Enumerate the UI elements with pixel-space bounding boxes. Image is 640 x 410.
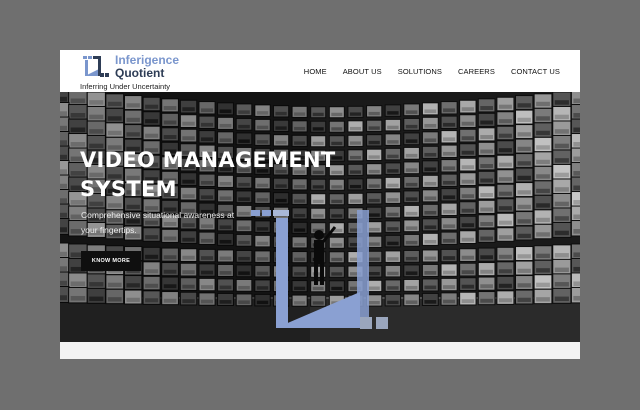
main-nav: HOME ABOUT US SOLUTIONS CAREERS CONTACT …	[304, 67, 560, 76]
hero-title: VIDEO MANAGEMENT SYSTEM	[80, 146, 340, 204]
know-more-button[interactable]: KNOW MORE	[81, 251, 141, 271]
hero-banner: VIDEO MANAGEMENT SYSTEM Comprehensive si…	[60, 92, 580, 342]
brand-tagline: Inferring Under Uncertainty	[80, 82, 171, 91]
below-fold-strip	[60, 342, 580, 359]
logo-mark-icon	[83, 56, 109, 77]
nav-home[interactable]: HOME	[304, 67, 327, 76]
site-header: Inferigence Quotient Inferring Under Unc…	[60, 50, 580, 92]
nav-solutions[interactable]: SOLUTIONS	[398, 67, 442, 76]
hero-title-line1: VIDEO MANAGEMENT	[80, 148, 336, 172]
nav-careers[interactable]: CAREERS	[458, 67, 495, 76]
hero-subtitle: Comprehensive situational awareness at y…	[81, 210, 235, 235]
brand-name-line2: Quotient	[115, 66, 165, 80]
site-logo[interactable]: Inferigence Quotient Inferring Under Unc…	[80, 53, 222, 92]
webpage: Inferigence Quotient Inferring Under Unc…	[60, 50, 580, 359]
hero-title-line2: SYSTEM	[80, 177, 177, 201]
nav-contact-us[interactable]: CONTACT US	[511, 67, 560, 76]
nav-about-us[interactable]: ABOUT US	[343, 67, 382, 76]
